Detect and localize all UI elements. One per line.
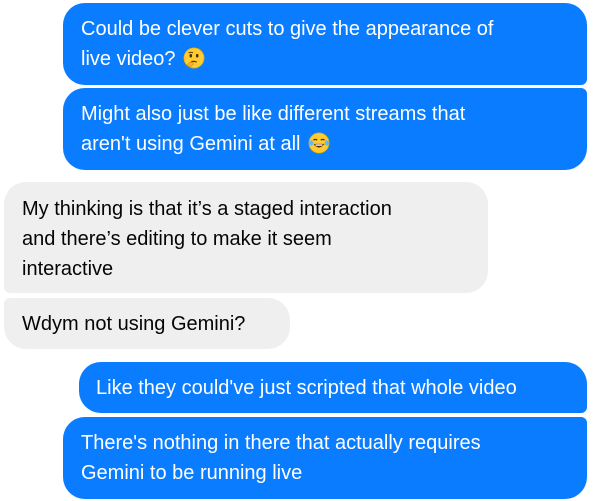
message-text-line: My thinking is that it’s a staged intera… <box>22 198 392 220</box>
message-text-line: aren't using Gemini at all <box>81 133 301 155</box>
message-text-line: Wdym not using Gemini? <box>22 313 246 335</box>
message-text-line: Gemini to be running live <box>81 462 303 484</box>
message-bubble-incoming[interactable]: Wdym not using Gemini? <box>4 298 290 349</box>
laughing-tears-face-icon <box>308 132 330 154</box>
message-text-line: Might also just be like different stream… <box>81 103 466 125</box>
message-text-line: interactive <box>22 258 114 280</box>
message-bubble-outgoing[interactable]: Could be clever cuts to give the appeara… <box>63 3 587 85</box>
message-bubble-incoming[interactable]: My thinking is that it’s a staged intera… <box>4 182 488 293</box>
thinking-face-icon <box>183 47 205 69</box>
message-text-line: Could be clever cuts to give the appeara… <box>81 18 494 40</box>
message-bubble-outgoing[interactable]: There's nothing in there that actually r… <box>63 417 587 499</box>
message-text-line: There's nothing in there that actually r… <box>81 432 481 454</box>
message-text-line: live video? <box>81 48 176 70</box>
message-bubble-outgoing[interactable]: Like they could've just scripted that wh… <box>79 362 587 413</box>
message-text-line: Like they could've just scripted that wh… <box>96 377 517 399</box>
message-text-line: and there’s editing to make it seem <box>22 228 332 250</box>
message-bubble-outgoing[interactable]: Might also just be like different stream… <box>63 88 587 170</box>
